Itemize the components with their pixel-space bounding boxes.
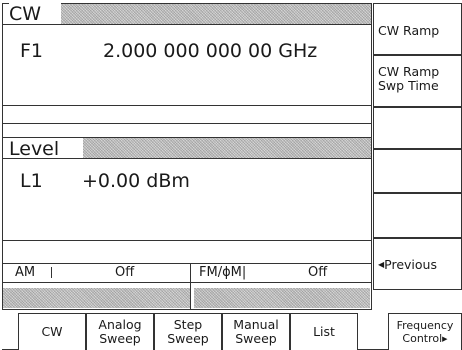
divider-2 <box>3 123 371 124</box>
level-header-bar <box>83 138 371 158</box>
level-header: Level <box>3 138 371 160</box>
divider-4 <box>3 240 371 241</box>
cw-title: CW <box>9 3 61 25</box>
f1-label[interactable]: F1 <box>20 40 43 62</box>
tab-analog-sweep[interactable]: Analog Sweep <box>86 313 154 350</box>
tab-manual-sweep[interactable]: Manual Sweep <box>222 313 290 350</box>
tab-cw[interactable]: CW <box>18 313 86 350</box>
tab-analog-line1: Analog <box>98 317 142 332</box>
right-triangle-icon: ▶ <box>442 334 448 343</box>
cw-header: CW <box>3 3 371 25</box>
softkey-2-line1: CW Ramp <box>378 64 440 79</box>
divider-1 <box>3 105 371 106</box>
am-label: AM <box>15 265 36 280</box>
divider-6 <box>3 282 371 283</box>
am-separator <box>51 267 52 278</box>
l1-label[interactable]: L1 <box>20 170 43 192</box>
softkey-3[interactable] <box>373 107 462 149</box>
softkey-6-line1: Previous <box>384 257 437 272</box>
frequency-value[interactable]: 2.000 000 000 00 GHz <box>103 40 317 62</box>
tab-freq-line2: Control <box>402 331 443 345</box>
tab-frequency-control[interactable]: Frequency Control▶ <box>388 313 462 350</box>
fm-value: Off <box>308 265 328 280</box>
cw-header-divider <box>3 24 371 25</box>
tab-step-sweep[interactable]: Step Sweep <box>154 313 222 350</box>
softkey-5[interactable] <box>373 193 462 238</box>
am-status: AM Off <box>3 264 189 282</box>
softkey-4[interactable] <box>373 149 462 193</box>
status-bar-left <box>3 288 190 308</box>
cw-header-bar <box>61 4 371 24</box>
tab-manual-line1: Manual <box>233 317 279 332</box>
tab-analog-line2: Sweep <box>99 331 141 346</box>
softkey-cw-ramp[interactable]: CW Ramp <box>373 3 462 55</box>
tab-step-line1: Step <box>173 317 203 332</box>
tab-list-label: List <box>313 324 335 339</box>
level-header-divider <box>3 158 371 159</box>
softkey-1-line1: CW Ramp <box>378 23 440 38</box>
tab-step-line2: Sweep <box>167 331 209 346</box>
softkey-cw-ramp-swp-time[interactable]: CW Ramp Swp Time <box>373 55 462 107</box>
level-value[interactable]: +0.00 dBm <box>82 170 190 192</box>
tab-list[interactable]: List <box>290 313 358 350</box>
tab-manual-line2: Sweep <box>235 331 277 346</box>
softkey-previous[interactable]: ◀Previous <box>373 238 462 290</box>
am-value: Off <box>115 265 135 280</box>
tab-cw-label: CW <box>41 324 63 339</box>
level-title: Level <box>9 138 87 160</box>
fm-status: FM/ϕM| Off <box>191 264 371 282</box>
status-bar-right <box>194 288 370 308</box>
display-bottom <box>2 309 372 310</box>
tab-freq-line1: Frequency <box>396 318 454 332</box>
softkey-2-line2: Swp Time <box>378 78 439 93</box>
fm-label: FM/ϕM| <box>199 265 247 280</box>
